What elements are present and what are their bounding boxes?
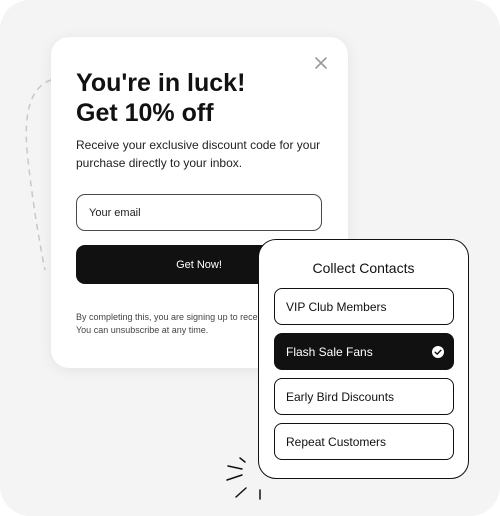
email-input[interactable] bbox=[76, 194, 322, 231]
contact-option-repeat-customers[interactable]: Repeat Customers bbox=[274, 423, 454, 460]
contact-option-early-bird-discounts[interactable]: Early Bird Discounts bbox=[274, 378, 454, 415]
sparkle-decoration-icon bbox=[226, 457, 261, 500]
option-label: Repeat Customers bbox=[286, 434, 387, 449]
contact-option-flash-sale-fans[interactable]: Flash Sale Fans bbox=[274, 333, 454, 370]
option-label: Early Bird Discounts bbox=[286, 389, 395, 404]
contacts-title: Collect Contacts bbox=[312, 260, 415, 276]
collect-contacts-card: Collect Contacts VIP Club Members Flash … bbox=[258, 239, 469, 479]
close-icon[interactable] bbox=[313, 55, 329, 71]
headline-line-2: Get 10% off bbox=[76, 99, 214, 127]
option-label: VIP Club Members bbox=[286, 299, 387, 314]
popup-headline: You're in luck! Get 10% off bbox=[76, 68, 245, 128]
contact-option-vip-club-members[interactable]: VIP Club Members bbox=[274, 288, 454, 325]
check-circle-icon bbox=[432, 346, 444, 358]
popup-description: Receive your exclusive discount code for… bbox=[76, 138, 321, 170]
option-label: Flash Sale Fans bbox=[286, 344, 373, 359]
headline-line-1: You're in luck! bbox=[76, 69, 246, 97]
